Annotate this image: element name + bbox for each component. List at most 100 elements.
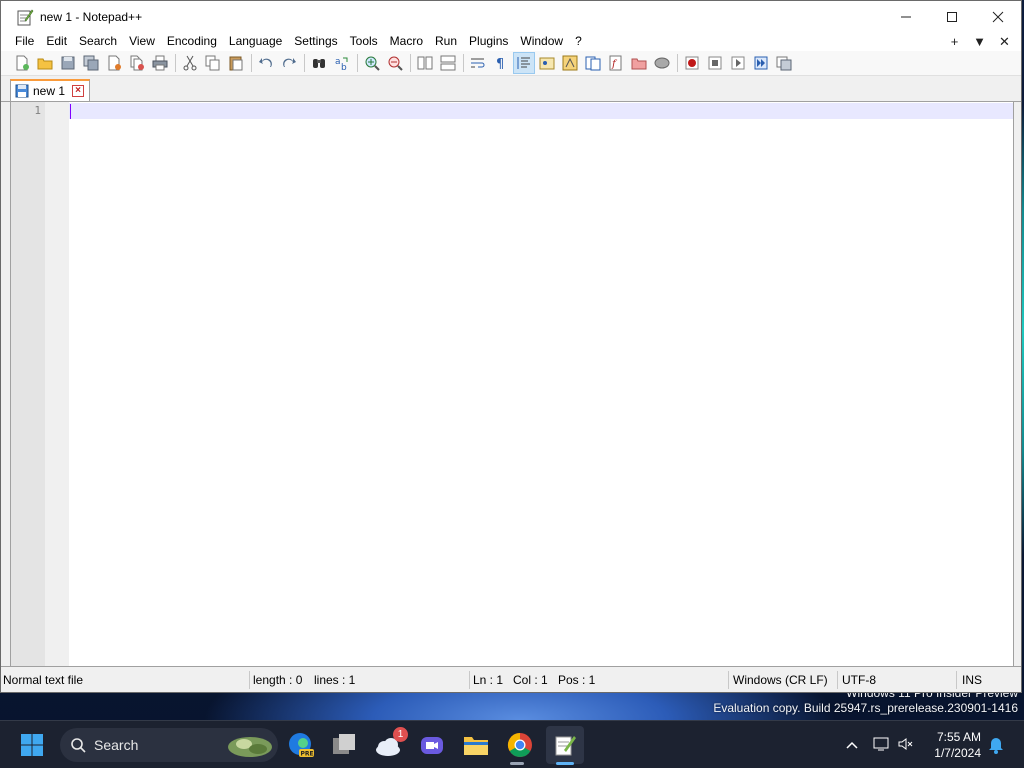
open-file-button[interactable] <box>34 52 56 74</box>
macro-run-multiple-button[interactable] <box>750 52 772 74</box>
define-language-button[interactable] <box>536 52 558 74</box>
toolbar-separator <box>677 54 678 72</box>
taskbar-notepadpp[interactable] <box>546 726 584 764</box>
zoom-in-button[interactable] <box>361 52 383 74</box>
menu-help[interactable]: ? <box>569 32 588 51</box>
sync-horizontal-scroll-button[interactable] <box>437 52 459 74</box>
start-button[interactable] <box>16 729 48 761</box>
notification-bell-icon <box>989 738 1003 754</box>
clock-date: 1/7/2024 <box>934 746 981 760</box>
toolbar-separator <box>304 54 305 72</box>
menu-settings[interactable]: Settings <box>288 32 343 51</box>
macro-record-button[interactable] <box>681 52 703 74</box>
paste-icon <box>229 56 243 71</box>
zoom-out-icon <box>388 56 403 71</box>
status-separator <box>728 671 729 689</box>
svg-text:¶: ¶ <box>496 57 504 71</box>
function-list-button[interactable]: f <box>605 52 627 74</box>
volume-muted-icon[interactable] <box>894 736 918 755</box>
svg-text:PRE: PRE <box>301 751 314 758</box>
taskbar-search-box[interactable]: Search <box>60 728 278 762</box>
tab-list-dropdown-icon[interactable]: ▼ <box>967 34 992 49</box>
menu-macro[interactable]: Macro <box>384 32 429 51</box>
document-map-button[interactable] <box>559 52 581 74</box>
new-file-button[interactable] <box>11 52 33 74</box>
fold-margin[interactable] <box>45 102 69 666</box>
notifications-button[interactable] <box>984 729 1008 761</box>
status-eol[interactable]: Windows (CR LF) <box>733 673 828 687</box>
print-button[interactable] <box>149 52 171 74</box>
monitoring-button[interactable] <box>651 52 673 74</box>
status-encoding[interactable]: UTF-8 <box>842 673 876 687</box>
menu-tools[interactable]: Tools <box>344 32 384 51</box>
maximize-button[interactable] <box>929 1 975 32</box>
menu-search[interactable]: Search <box>73 32 123 51</box>
text-caret <box>70 104 71 119</box>
watermark-line-2: Evaluation copy. Build 25947.rs_prerelea… <box>713 701 1018 715</box>
tab-new-1[interactable]: new 1 × <box>10 79 90 101</box>
minimize-icon <box>901 16 911 17</box>
status-separator <box>956 671 957 689</box>
menu-view[interactable]: View <box>123 32 161 51</box>
minimize-button[interactable] <box>883 1 929 32</box>
status-position: Pos : 1 <box>558 673 596 687</box>
redo-button[interactable] <box>278 52 300 74</box>
undo-icon <box>259 58 272 67</box>
zoom-out-button[interactable] <box>384 52 406 74</box>
taskbar-onedrive-weather[interactable]: 1 <box>372 727 408 761</box>
close-document-icon[interactable]: ✕ <box>992 34 1017 50</box>
save-all-button[interactable] <box>80 52 102 74</box>
menu-language[interactable]: Language <box>223 32 288 51</box>
taskbar-file-explorer[interactable] <box>460 729 492 761</box>
show-hidden-icons-chevron-icon[interactable] <box>840 738 864 752</box>
cut-button[interactable] <box>179 52 201 74</box>
replace-button[interactable]: ab <box>331 52 353 74</box>
macro-play-button[interactable] <box>727 52 749 74</box>
macro-save-button[interactable] <box>773 52 795 74</box>
status-separator <box>469 671 470 689</box>
word-wrap-button[interactable] <box>467 52 489 74</box>
close-all-icon <box>130 55 144 71</box>
taskbar-clock[interactable]: 7:55 AM 1/7/2024 <box>934 729 981 761</box>
network-icon[interactable] <box>870 736 894 755</box>
tab-close-icon[interactable]: × <box>72 85 84 97</box>
text-editor[interactable] <box>69 102 1013 666</box>
paste-button[interactable] <box>225 52 247 74</box>
macro-stop-button[interactable] <box>704 52 726 74</box>
new-tab-plus-icon[interactable]: + <box>942 34 967 49</box>
close-all-button[interactable] <box>126 52 148 74</box>
taskbar-edge-beta[interactable]: PRE <box>285 729 317 761</box>
undo-button[interactable] <box>255 52 277 74</box>
maximize-icon <box>947 11 957 22</box>
taskbar-chrome[interactable] <box>504 729 536 761</box>
current-line-highlight <box>69 103 1013 119</box>
document-list-button[interactable] <box>582 52 604 74</box>
indent-guide-button[interactable] <box>513 52 535 74</box>
menu-plugins[interactable]: Plugins <box>463 32 514 51</box>
function-list-icon: f <box>609 55 622 71</box>
redo-icon <box>283 58 296 67</box>
close-file-button[interactable] <box>103 52 125 74</box>
status-length: length : 0 <box>253 673 303 687</box>
toolbar-separator <box>251 54 252 72</box>
taskbar-teams[interactable] <box>416 729 448 761</box>
close-file-icon <box>108 55 121 71</box>
menu-encoding[interactable]: Encoding <box>161 32 223 51</box>
save-button[interactable] <box>57 52 79 74</box>
status-insert-mode[interactable]: INS <box>962 673 982 687</box>
close-window-button[interactable] <box>975 1 1021 32</box>
folder-as-workspace-button[interactable] <box>628 52 650 74</box>
menu-file[interactable]: File <box>9 32 40 51</box>
title-bar[interactable]: new 1 - Notepad++ <box>1 1 1021 32</box>
menu-edit[interactable]: Edit <box>40 32 73 51</box>
taskbar-task-view[interactable] <box>328 729 360 761</box>
show-all-characters-button[interactable]: ¶ <box>490 52 512 74</box>
record-icon <box>685 56 699 70</box>
line-number-margin: 1 <box>11 102 45 666</box>
sync-horizontal-icon <box>440 55 456 71</box>
menu-run[interactable]: Run <box>429 32 463 51</box>
sync-vertical-scroll-button[interactable] <box>414 52 436 74</box>
find-button[interactable] <box>308 52 330 74</box>
copy-button[interactable] <box>202 52 224 74</box>
menu-window[interactable]: Window <box>514 32 569 51</box>
